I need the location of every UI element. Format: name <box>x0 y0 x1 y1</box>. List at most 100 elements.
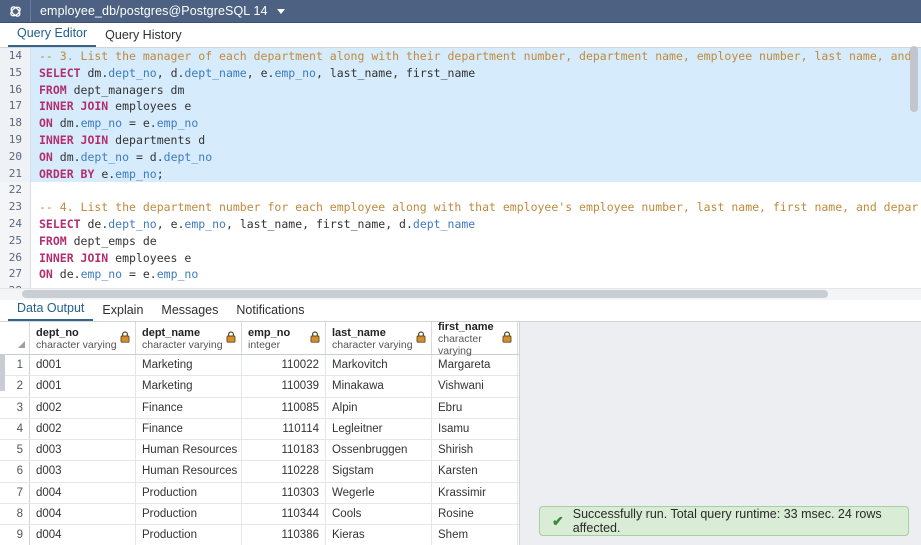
cell-dept_no[interactable]: d001 <box>30 376 136 397</box>
cell-dept_name[interactable]: Human Resources <box>136 440 242 461</box>
output-tab-notifications[interactable]: Notifications <box>227 304 313 321</box>
table-row[interactable]: 3 d002 Finance 110085 Alpin Ebru <box>0 397 519 419</box>
cell-last_name[interactable]: Sigstam <box>326 461 432 482</box>
cell-dept_name[interactable]: Marketing <box>136 355 242 376</box>
code-line[interactable]: 15 SELECT dm.dept_no, d.dept_name, e.emp_… <box>0 64 921 82</box>
token-kw: ON <box>39 116 53 131</box>
cell-dept_name[interactable]: Production <box>136 504 242 525</box>
editor-horizontal-scrollbar[interactable] <box>22 290 828 298</box>
cell-dept_no[interactable]: d003 <box>30 440 136 461</box>
output-tab-messages[interactable]: Messages <box>152 304 227 321</box>
code-line[interactable]: 14 -- 3. List the manager of each departm… <box>0 48 921 65</box>
cell-dept_name[interactable]: Production <box>136 482 242 504</box>
cell-first_name[interactable]: Shirish <box>432 440 518 461</box>
row-number[interactable]: 8 <box>0 504 30 525</box>
row-number[interactable]: 9 <box>0 525 30 545</box>
table-row[interactable]: 1 d001 Marketing 110022 Markovitch Margareta <box>0 355 519 377</box>
row-number[interactable]: 5 <box>0 440 30 461</box>
code-line[interactable]: 21 ORDER BY e.emp_no; <box>0 165 921 183</box>
cell-last_name[interactable]: Kieras <box>326 525 432 545</box>
table-row[interactable]: 2 d001 Marketing 110039 Minakawa Vishwani <box>0 376 519 398</box>
column-header-dept_no[interactable]: dept_no character varying <box>30 322 136 354</box>
row-number[interactable]: 4 <box>0 418 30 440</box>
code-line[interactable]: 16 FROM dept_managers dm <box>0 81 921 99</box>
sql-editor[interactable]: 14 -- 3. List the manager of each departm… <box>0 48 921 296</box>
grid-body[interactable]: 1 d001 Marketing 110022 Markovitch Margareta 2… <box>0 355 519 545</box>
cell-last_name[interactable]: Cools <box>326 504 432 525</box>
code-line[interactable]: 26 INNER JOIN employees e <box>0 249 921 267</box>
cell-dept_no[interactable]: d001 <box>30 355 136 376</box>
chevron-down-icon[interactable] <box>276 8 285 14</box>
table-row[interactable]: 6 d003 Human Resources 110228 Sigstam Karsten <box>0 461 519 483</box>
tab-query-editor[interactable]: Query Editor <box>8 26 97 47</box>
row-number[interactable]: 3 <box>0 397 30 418</box>
grid-resize-grip[interactable] <box>0 355 5 391</box>
column-header-last_name[interactable]: last_name character varying <box>326 322 432 354</box>
cell-last_name[interactable]: Alpin <box>326 397 432 418</box>
column-header-dept_name[interactable]: dept_name character varying <box>136 322 242 354</box>
grid-corner-cell[interactable] <box>0 322 30 354</box>
cell-dept_no[interactable]: d002 <box>30 418 136 440</box>
code-line[interactable]: 24 SELECT de.dept_no, e.emp_no, last_name… <box>0 215 921 233</box>
cell-first_name[interactable]: Isamu <box>432 418 518 440</box>
token-pl: , last_name, first_name, d. <box>225 216 413 231</box>
cell-emp_no[interactable]: 110039 <box>242 376 326 397</box>
column-header-emp_no[interactable]: emp_no integer <box>242 322 326 354</box>
connection-title[interactable]: employee_db/postgres@PostgreSQL 14 <box>31 4 285 18</box>
cell-dept_no[interactable]: d003 <box>30 461 136 482</box>
table-row[interactable]: 4 d002 Finance 110114 Legleitner Isamu <box>0 418 519 441</box>
code-line[interactable]: 27 ON de.emp_no = e.emp_no <box>0 266 921 284</box>
cell-last_name[interactable]: Minakawa <box>326 376 432 397</box>
table-row[interactable]: 8 d004 Production 110344 Cools Rosine <box>0 504 519 526</box>
cell-dept_no[interactable]: d004 <box>30 482 136 504</box>
cell-emp_no[interactable]: 110303 <box>242 482 326 504</box>
cell-first_name[interactable]: Shem <box>432 525 518 545</box>
output-tab-explain[interactable]: Explain <box>93 304 152 321</box>
table-row[interactable]: 5 d003 Human Resources 110183 Ossenbruggen Sh… <box>0 440 519 462</box>
sql-code-area[interactable]: 14 -- 3. List the manager of each departm… <box>0 48 921 296</box>
code-line[interactable]: 23 -- 4. List the department number for e… <box>0 199 921 216</box>
code-line[interactable]: 20 ON dm.dept_no = d.dept_no <box>0 148 921 166</box>
table-row[interactable]: 9 d004 Production 110386 Kieras Shem <box>0 525 519 545</box>
cell-dept_name[interactable]: Production <box>136 525 242 545</box>
cell-emp_no[interactable]: 110228 <box>242 461 326 482</box>
cell-last_name[interactable]: Legleitner <box>326 418 432 440</box>
cell-first_name[interactable]: Ebru <box>432 397 518 418</box>
cell-dept_name[interactable]: Finance <box>136 418 242 440</box>
code-line[interactable]: 19 INNER JOIN departments d <box>0 131 921 149</box>
cell-dept_no[interactable]: d004 <box>30 504 136 525</box>
cell-emp_no[interactable]: 110114 <box>242 418 326 440</box>
cell-last_name[interactable]: Markovitch <box>326 355 432 376</box>
output-tab-data-output[interactable]: Data Output <box>8 302 94 321</box>
cell-last_name[interactable]: Ossenbruggen <box>326 440 432 461</box>
cell-emp_no[interactable]: 110386 <box>242 525 326 545</box>
tab-query-history[interactable]: Query History <box>96 28 190 47</box>
cell-emp_no[interactable]: 110344 <box>242 504 326 525</box>
cell-dept_name[interactable]: Human Resources <box>136 461 242 482</box>
editor-vertical-scrollbar[interactable] <box>910 46 918 112</box>
cell-dept_no[interactable]: d002 <box>30 397 136 418</box>
code-line[interactable]: 22 <box>0 182 921 200</box>
cell-emp_no[interactable]: 110022 <box>242 355 326 376</box>
table-row[interactable]: 7 d004 Production 110303 Wegerle Krassimir <box>0 482 519 505</box>
code-line[interactable]: 18 ON dm.emp_no = e.emp_no <box>0 115 921 132</box>
cell-first_name[interactable]: Karsten <box>432 461 518 482</box>
column-header-first_name[interactable]: first_name character varying <box>432 322 518 357</box>
code-line[interactable]: 25 FROM dept_emps de <box>0 232 921 250</box>
token-pl: employees e <box>108 99 192 114</box>
cell-dept_no[interactable]: d004 <box>30 525 136 545</box>
cell-first_name[interactable]: Krassimir <box>432 482 518 504</box>
code-line[interactable]: 17 INNER JOIN employees e <box>0 98 921 116</box>
cell-dept_name[interactable]: Marketing <box>136 376 242 397</box>
cell-emp_no[interactable]: 110085 <box>242 397 326 418</box>
row-number[interactable]: 7 <box>0 482 30 504</box>
select-all-triangle-icon[interactable] <box>18 341 25 348</box>
cell-emp_no[interactable]: 110183 <box>242 440 326 461</box>
cell-first_name[interactable]: Vishwani <box>432 376 518 397</box>
cell-last_name[interactable]: Wegerle <box>326 482 432 504</box>
cell-dept_name[interactable]: Finance <box>136 397 242 418</box>
row-number[interactable]: 6 <box>0 461 30 482</box>
cell-first_name[interactable]: Margareta <box>432 355 518 376</box>
grid-vertical-scrollbar[interactable] <box>911 330 919 360</box>
cell-first_name[interactable]: Rosine <box>432 504 518 525</box>
